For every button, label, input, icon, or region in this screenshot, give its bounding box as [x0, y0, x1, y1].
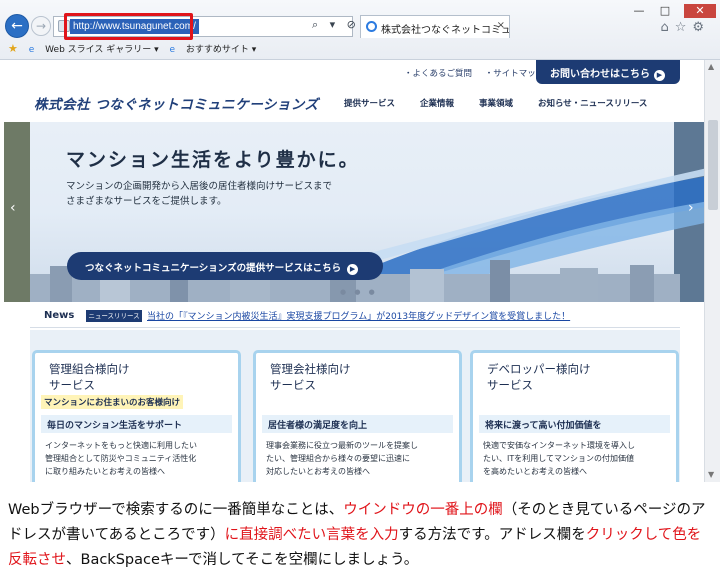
vertical-scrollbar[interactable]: ▲ ▼ [704, 60, 720, 482]
website: ・よくあるご質問 ・サイトマップ お問い合わせはこちら ▶ 株式会社 つなぐネット… [4, 60, 704, 482]
news-link[interactable]: 当社の「『マンション内被災生活』実現支援プログラム」が2013年度グッドデザイン… [147, 309, 570, 322]
carousel-prev-icon[interactable]: ‹ [10, 200, 16, 216]
hero-subtitle-line: マンションの企画開発から入居後の居住者様向けサービスまで [66, 181, 333, 192]
contact-button-label: お問い合わせはこちら [550, 69, 650, 80]
nav-item-company[interactable]: 企業情報 [420, 99, 454, 109]
services-button-label: つなぐネットコミュニケーションズの提供サービスはこちら [85, 263, 342, 274]
service-card-developers[interactable]: デベロッパー様向け サービス 将来に渡って高い付加価値を 快適で安価なインターネ… [470, 350, 679, 482]
favorites-item-web-slice[interactable]: Web スライス ギャラリー ▾ [45, 45, 158, 55]
card-body: 理事会業務に役立つ最新のツールを提案し たい、管理組合から様々の要望に迅速に 対… [266, 439, 456, 478]
carousel-dots[interactable]: ● ● ● [340, 288, 378, 296]
ie-icon: e [28, 45, 35, 55]
card-title-line: サービス [270, 378, 316, 392]
card-heading: 毎日のマンション生活をサポート [41, 415, 232, 433]
hero-banner: マンション生活をより豊かに。 マンションの企画開発から入居後の居住者様向けサービ… [4, 122, 704, 302]
favorites-star-icon[interactable]: ★ [8, 42, 18, 55]
card-body-line: 理事会業務に役立つ最新のツールを提案し [266, 441, 418, 450]
card-body-line: 管理組合として防災やコミュニティ活性化 [45, 454, 197, 463]
caption-emphasis: ウインドウの一番上の欄 [343, 502, 503, 518]
caption-text: する方法です。アドレス欄を [398, 527, 586, 543]
maximize-button[interactable]: □ [654, 4, 676, 18]
ie-tab-icon [366, 21, 377, 32]
hero-subtitle-line: さまざまなサービスをご提供します。 [66, 196, 227, 207]
card-title-line: 管理組合様向け [49, 362, 130, 376]
back-button[interactable]: ← [5, 14, 29, 38]
address-bar-highlight-box [64, 13, 193, 40]
favorites-item-suggested[interactable]: おすすめサイト ▾ [186, 45, 256, 55]
browser-chrome: ← → http://www.tsunagunet.com/ ⌕ ▾ ⊘ C 株… [0, 0, 720, 60]
card-body-line: を高めたいとお考えの皆様へ [483, 467, 587, 476]
card-tag: マンションにお住まいのお客様向け [41, 395, 184, 409]
tab-close-icon[interactable]: × [497, 20, 505, 31]
close-window-button[interactable]: ✕ [684, 4, 716, 18]
hero-side-image-left [4, 122, 30, 302]
contact-button[interactable]: お問い合わせはこちら ▶ [536, 60, 680, 84]
card-title: 管理会社様向け サービス [270, 361, 351, 393]
card-heading: 将来に渡って高い付加価値を [479, 415, 670, 433]
news-label: News [44, 310, 75, 321]
card-body: 快適で安価なインターネット環境を導入し たい、ITを利用してマンションの付加価値… [483, 439, 673, 478]
card-title-line: 管理会社様向け [270, 362, 351, 376]
nav-item-news[interactable]: お知らせ・ニュースリリース [538, 99, 647, 109]
hero-subtitle: マンションの企画開発から入居後の居住者様向けサービスまで さまざまなサービスをご… [66, 179, 332, 209]
caption-text: Webブラウザーで検索するのに一番簡単なことは、 [8, 502, 344, 518]
hero-title: マンション生活をより豊かに。 [66, 149, 360, 171]
utility-links: ・よくあるご質問 ・サイトマップ [404, 67, 554, 79]
card-title: デベロッパー様向け サービス [487, 361, 591, 393]
nav-item-business[interactable]: 事業領域 [479, 99, 513, 109]
favorites-bar: ★ e Web スライス ギャラリー ▾ e おすすめサイト ▾ [0, 38, 720, 59]
card-title: 管理組合様向け サービス [49, 361, 130, 393]
card-body-line: たい、管理組合から様々の要望に迅速に [266, 454, 410, 463]
card-body-line: たい、ITを利用してマンションの付加価値 [483, 454, 635, 463]
instruction-caption: Webブラウザーで検索するのに一番簡単なことは、ウインドウの一番上の欄（そのとき… [0, 488, 720, 582]
minimize-button[interactable]: — [628, 4, 650, 18]
forward-button[interactable]: → [31, 16, 51, 36]
faq-link[interactable]: ・よくあるご質問 [404, 69, 472, 79]
card-title-line: サービス [487, 378, 533, 392]
service-card-associations[interactable]: 管理組合様向け サービス マンションにお住まいのお客様向け 毎日のマンション生活… [32, 350, 241, 482]
card-body: インターネットをもっと快適に利用したい 管理組合として防災やコミュニティ活性化 … [45, 439, 235, 478]
home-favorites-settings-icons[interactable]: ⌂☆⚙ [660, 20, 710, 35]
caption-text: 、BackSpaceキーで消してそこを空欄にしましょう。 [66, 552, 419, 568]
news-ticker: News ニュースリリース 当社の「『マンション内被災生活』実現支援プログラム」… [30, 302, 680, 328]
browser-tab[interactable]: 株式会社つなぐネットコミュニケ... × [360, 15, 510, 38]
tab-title: 株式会社つなぐネットコミュニケ... [381, 25, 510, 36]
global-nav: 提供サービス 企業情報 事業領域 お知らせ・ニュースリリース [344, 97, 669, 109]
card-body-line: 快適で安価なインターネット環境を導入し [483, 441, 635, 450]
page-viewport: ・よくあるご質問 ・サイトマップ お問い合わせはこちら ▶ 株式会社 つなぐネット… [0, 60, 720, 482]
chevron-right-icon: ▶ [654, 70, 665, 81]
nav-item-services[interactable]: 提供サービス [344, 99, 395, 109]
service-card-management-companies[interactable]: 管理会社様向け サービス 居住者様の満足度を向上 理事会業務に役立つ最新のツール… [253, 350, 462, 482]
scroll-down-icon[interactable]: ▼ [708, 470, 714, 479]
services-button[interactable]: つなぐネットコミュニケーションズの提供サービスはこちら ▶ [67, 252, 383, 280]
card-title-line: デベロッパー様向け [487, 362, 591, 376]
ie-icon: e [169, 45, 176, 55]
forward-arrow-icon: → [35, 19, 47, 33]
card-body-line: インターネットをもっと快適に利用したい [45, 441, 197, 450]
card-heading: 居住者様の満足度を向上 [262, 415, 453, 433]
card-body-line: 対応したいとお考えの皆様へ [266, 467, 370, 476]
carousel-next-icon[interactable]: › [688, 200, 694, 216]
card-title-line: サービス [49, 378, 95, 392]
scroll-up-icon[interactable]: ▲ [708, 62, 714, 71]
back-arrow-icon: ← [11, 18, 23, 34]
caption-emphasis: に直接調べたい言葉を入力 [224, 527, 399, 543]
site-logo[interactable]: 株式会社 つなぐネットコミュニケーションズ [34, 93, 319, 113]
news-release-badge: ニュースリリース [86, 310, 142, 322]
chevron-right-icon: ▶ [347, 264, 359, 275]
scrollbar-thumb[interactable] [708, 120, 718, 210]
card-body-line: に取り組みたいとお考えの皆様へ [45, 467, 165, 476]
